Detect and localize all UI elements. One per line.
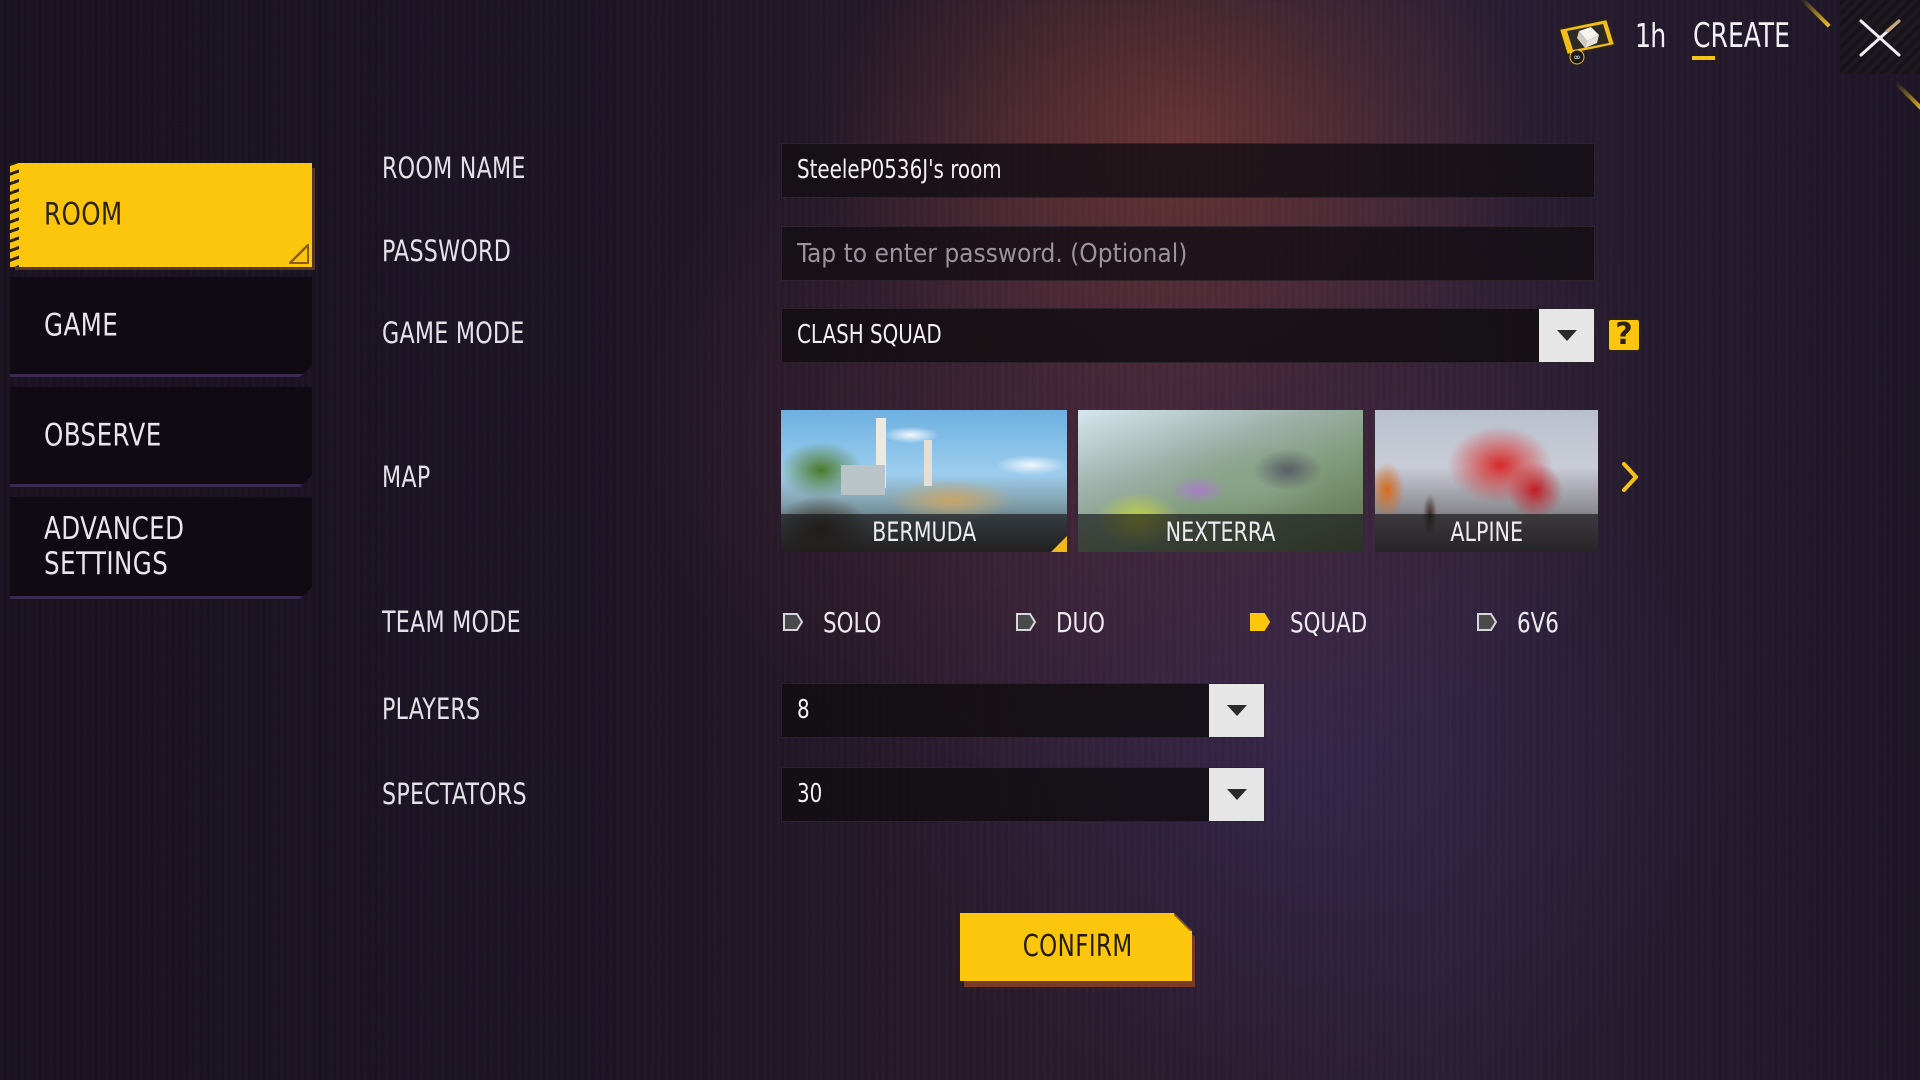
- team-mode-duo[interactable]: DUO: [1016, 604, 1114, 640]
- sidebar-item-label: ADVANCED SETTINGS: [44, 510, 185, 582]
- decor-streak: [1799, 0, 1831, 28]
- radio-unselected-icon: [783, 613, 803, 631]
- team-mode-option-label: 6V6: [1517, 605, 1559, 639]
- help-icon[interactable]: ?: [1607, 318, 1641, 352]
- spectators-dropdown-button[interactable]: [1209, 768, 1264, 821]
- sidebar-item-room[interactable]: ROOM: [10, 163, 312, 267]
- confirm-button[interactable]: CONFIRM: [960, 913, 1195, 985]
- team-mode-6v6[interactable]: 6V6: [1477, 604, 1566, 640]
- close-button[interactable]: [1840, 0, 1920, 74]
- room-name-input[interactable]: SteeleP0536J's room: [781, 143, 1595, 198]
- spectators-label: SPECTATORS: [382, 777, 527, 811]
- sidebar-item-advanced-settings[interactable]: ADVANCED SETTINGS: [10, 497, 312, 599]
- map-next-button[interactable]: [1618, 460, 1642, 494]
- map-caption: NEXTERRA: [1078, 514, 1363, 552]
- players-dropdown[interactable]: 8: [781, 683, 1265, 738]
- map-name: NEXTERRA: [1165, 517, 1276, 548]
- radio-unselected-icon: [1477, 613, 1497, 631]
- players-value: 8: [797, 695, 810, 725]
- sidebar-item-observe[interactable]: OBSERVE: [10, 387, 312, 487]
- game-mode-value: CLASH SQUAD: [797, 320, 942, 350]
- room-card-ticket-icon: ∞: [1555, 15, 1619, 65]
- team-mode-option-label: SQUAD: [1290, 605, 1368, 639]
- confirm-label: CONFIRM: [960, 913, 1195, 981]
- page-title: CREATE: [1693, 16, 1790, 56]
- players-label: PLAYERS: [382, 692, 481, 726]
- room-card-duration: 1h: [1635, 16, 1666, 55]
- sidebar-item-label: GAME: [44, 307, 119, 343]
- game-mode-dropdown[interactable]: CLASH SQUAD: [781, 308, 1595, 363]
- team-mode-option-label: SOLO: [823, 605, 882, 639]
- title-underline: [1692, 56, 1715, 60]
- hazard-stripe: [10, 163, 19, 267]
- radio-unselected-icon: [1016, 613, 1036, 631]
- hut-shape: [841, 465, 885, 495]
- corner-accent: [289, 244, 309, 264]
- game-mode-label: GAME MODE: [382, 316, 525, 350]
- password-input[interactable]: [781, 226, 1595, 281]
- radio-selected-icon: [1250, 613, 1270, 631]
- svg-text:∞: ∞: [1573, 53, 1581, 63]
- chevron-down-icon: [1227, 789, 1247, 800]
- map-option-nexterra[interactable]: NEXTERRA: [1078, 410, 1363, 552]
- sidebar-item-game[interactable]: GAME: [10, 277, 312, 377]
- map-name: BERMUDA: [871, 517, 977, 548]
- map-option-alpine[interactable]: ALPINE: [1375, 410, 1598, 552]
- chevron-right-icon: [1622, 462, 1638, 492]
- password-label: PASSWORD: [382, 234, 512, 268]
- chevron-down-icon: [1227, 705, 1247, 716]
- team-mode-squad[interactable]: SQUAD: [1250, 604, 1381, 640]
- game-mode-dropdown-button[interactable]: [1539, 309, 1594, 362]
- team-mode-solo[interactable]: SOLO: [783, 604, 892, 640]
- map-caption: ALPINE: [1375, 514, 1598, 552]
- players-dropdown-button[interactable]: [1209, 684, 1264, 737]
- sidebar-nav: ROOM GAME OBSERVE ADVANCED SETTINGS: [10, 163, 312, 609]
- map-label: MAP: [382, 460, 431, 494]
- team-mode-option-label: DUO: [1056, 605, 1106, 639]
- chevron-down-icon: [1557, 330, 1577, 341]
- team-mode-label: TEAM MODE: [382, 605, 521, 639]
- decor-streak: [1894, 81, 1920, 113]
- close-icon: [1859, 19, 1901, 57]
- map-option-bermuda[interactable]: BERMUDA: [781, 410, 1067, 552]
- room-name-value: SteeleP0536J's room: [797, 155, 1002, 185]
- map-name: ALPINE: [1450, 517, 1523, 548]
- map-caption: BERMUDA: [781, 514, 1067, 552]
- spectators-dropdown[interactable]: 30: [781, 767, 1265, 822]
- sidebar-item-label: ROOM: [44, 196, 123, 233]
- tower-shape: [924, 440, 932, 486]
- room-name-label: ROOM NAME: [382, 151, 526, 185]
- sidebar-item-label: OBSERVE: [44, 417, 162, 453]
- selected-corner: [1051, 536, 1067, 552]
- confirm-text: CONFIRM: [1022, 929, 1133, 964]
- spectators-value: 30: [797, 779, 823, 809]
